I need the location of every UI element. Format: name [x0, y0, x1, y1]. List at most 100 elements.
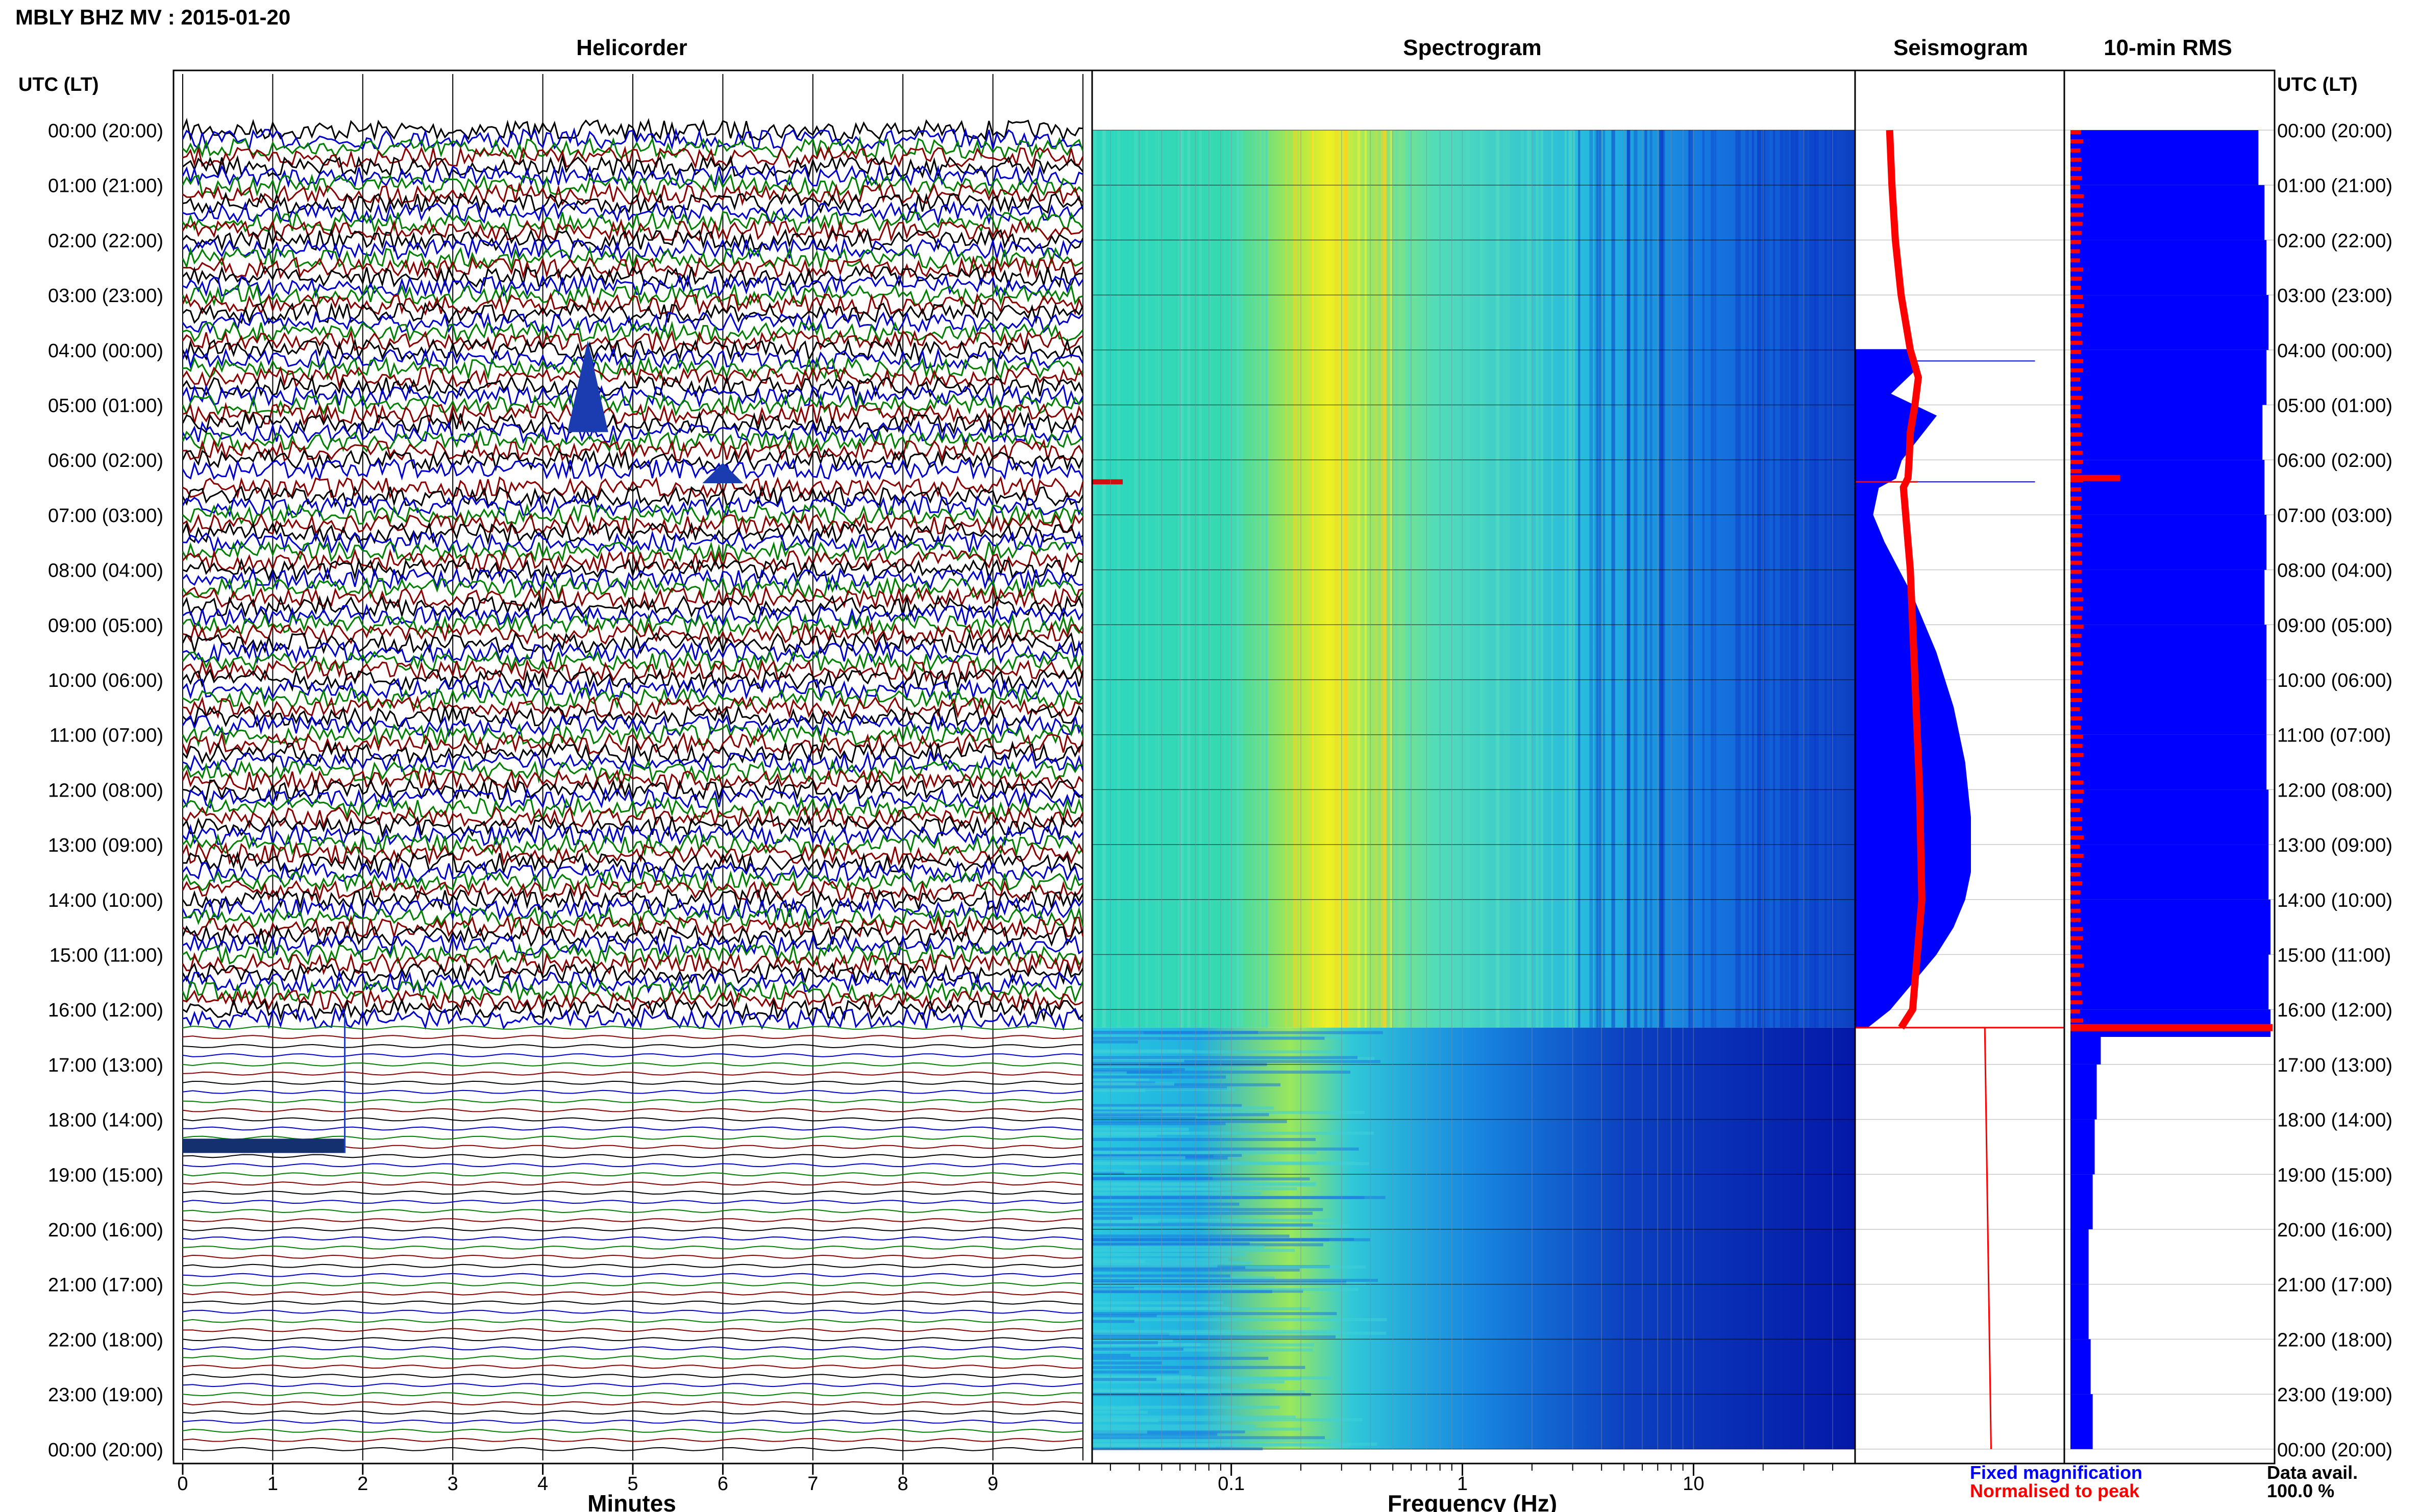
spectrogram-streak [1240, 130, 1244, 1028]
spectrogram-streak [1374, 130, 1378, 1028]
spectrogram-row-texture [1092, 1366, 1305, 1369]
rms-bar-fixed [2070, 1119, 2095, 1175]
spectrogram-row-texture [1092, 1208, 1323, 1211]
time-label-right: 14:00 (10:00) [2277, 890, 2392, 911]
time-label-left: 21:00 (17:00) [48, 1275, 163, 1296]
spectrogram-streak [1293, 130, 1297, 1028]
spectrogram-streak [1634, 130, 1638, 1028]
rms-bar-normalised [2070, 1000, 2083, 1005]
spectrogram-row-texture [1092, 1087, 1235, 1091]
time-label-right: 15:00 (11:00) [2277, 945, 2391, 966]
time-label-left: 19:00 (15:00) [48, 1164, 163, 1186]
spectrogram-streak [1261, 130, 1264, 1028]
spectrogram-row-texture [1092, 1182, 1317, 1185]
spectrogram-row-texture [1092, 1370, 1179, 1374]
time-label-left: 00:00 (20:00) [48, 1440, 163, 1461]
spectrogram-row-texture [1092, 1106, 1274, 1110]
time-label-left: 07:00 (03:00) [48, 505, 163, 527]
rms-bar-normalised [2070, 524, 2082, 528]
rms-bar-normalised [2070, 927, 2083, 931]
spectrogram-streak [1745, 130, 1749, 1028]
rms-bar-fixed [2070, 954, 2269, 1010]
helicorder-x-tick-label: 8 [898, 1473, 908, 1495]
spectrogram-row-texture [1092, 1253, 1246, 1256]
time-label-right: 07:00 (03:00) [2277, 505, 2392, 527]
rms-bar-normalised [2070, 716, 2083, 721]
rms-bar-normalised [2070, 588, 2082, 592]
rms-bar-normalised [2070, 469, 2082, 474]
time-label-left: 01:00 (21:00) [48, 176, 163, 197]
time-label-right: 03:00 (23:00) [2277, 285, 2392, 307]
helicorder-x-tick-label: 1 [267, 1473, 278, 1495]
rms-bar-normalised [2070, 533, 2083, 537]
rms-bar-normalised [2070, 954, 2083, 959]
spectrogram-streak [1589, 130, 1593, 1028]
spectrogram-row-texture [1092, 1242, 1250, 1246]
rms-bar-normalised [2070, 267, 2084, 272]
spectrogram-streak [1093, 130, 1097, 1028]
spectrogram-row-texture [1092, 1049, 1193, 1053]
rms-bar-normalised [2070, 661, 2083, 666]
rms-bar-normalised [2070, 313, 2083, 317]
spectrogram-streak [1224, 130, 1226, 1028]
spectrogram-row-texture [1092, 1418, 1363, 1422]
spectrogram-streak [1187, 130, 1191, 1028]
spectrogram-row-texture [1092, 1279, 1378, 1282]
spectrogram-row-texture [1092, 1238, 1329, 1242]
rms-bar-normalised [2070, 386, 2081, 391]
rms-bar-fixed [2070, 1009, 2270, 1037]
spectrogram-streak [1711, 130, 1714, 1028]
rms-bar-normalised [2070, 743, 2083, 748]
data-avail-label: Data avail. [2267, 1462, 2358, 1483]
rms-bar-fixed [2070, 295, 2269, 350]
spectrogram-row-texture [1092, 1249, 1295, 1252]
spectrogram-streak [1102, 130, 1106, 1028]
time-label-left: 08:00 (04:00) [48, 560, 163, 582]
rms-bar-normalised [2070, 331, 2081, 336]
rms-bar-normalised [2070, 542, 2082, 547]
spectrogram-streak [1117, 130, 1121, 1028]
spectrogram-row-texture [1092, 1361, 1163, 1365]
rms-bar-fixed [2070, 734, 2267, 790]
spectrogram-streak [1757, 130, 1761, 1028]
spectrogram-streak [1564, 130, 1567, 1028]
helicorder-x-tick-label: 4 [537, 1473, 548, 1495]
rms-bar-normalised [2070, 789, 2084, 794]
rms-bar-normalised [2070, 725, 2081, 730]
time-label-left: 05:00 (01:00) [48, 395, 163, 417]
spectrogram-x-tick-label: 10 [1683, 1473, 1704, 1495]
spectrogram-row-texture [1092, 1415, 1296, 1419]
rms-bar-normalised [2070, 734, 2083, 739]
rms-bar-normalised [2070, 130, 2081, 134]
spectrogram-streak [1611, 130, 1615, 1028]
time-label-right: 21:00 (17:00) [2277, 1275, 2392, 1296]
rms-bar-normalised [2070, 826, 2082, 831]
spectrogram-streak [1497, 130, 1500, 1028]
rms-bar-normalised [2070, 148, 2081, 153]
rms-bar-normalised [2070, 340, 2083, 345]
spectrogram-row-texture [1092, 1318, 1387, 1322]
spectrogram-streak [1508, 130, 1510, 1028]
spectrogram-row-texture [1092, 1138, 1316, 1141]
rms-bar-fixed [2070, 1037, 2101, 1064]
spectrogram-streak [1790, 130, 1794, 1028]
rms-bar-normalised [2070, 973, 2080, 977]
spectrogram-row-texture [1092, 1113, 1269, 1117]
rms-bar-normalised [2070, 597, 2084, 602]
rms-bar-fixed [2070, 680, 2267, 735]
rms-bar-normalised [2070, 753, 2084, 757]
spectrogram-streak [1661, 130, 1664, 1028]
rms-bar-fixed [2070, 1174, 2093, 1229]
rms-bar-normalised [2070, 295, 2083, 300]
rms-bar-normalised [2070, 899, 2080, 904]
spectrogram-heatmap [1092, 130, 1855, 1451]
rms-bar-normalised [2070, 194, 2084, 199]
rms-bar-fixed [2070, 899, 2270, 955]
spectrogram-streak [1155, 130, 1157, 1028]
helicorder-x-tick-label: 3 [448, 1473, 458, 1495]
spectrogram-streak [1311, 130, 1314, 1028]
spectrogram-streak [1455, 130, 1460, 1028]
rms-bar-fixed [2070, 625, 2267, 680]
spectrogram-streak [1649, 130, 1652, 1028]
spectrogram-streak [1357, 130, 1361, 1028]
